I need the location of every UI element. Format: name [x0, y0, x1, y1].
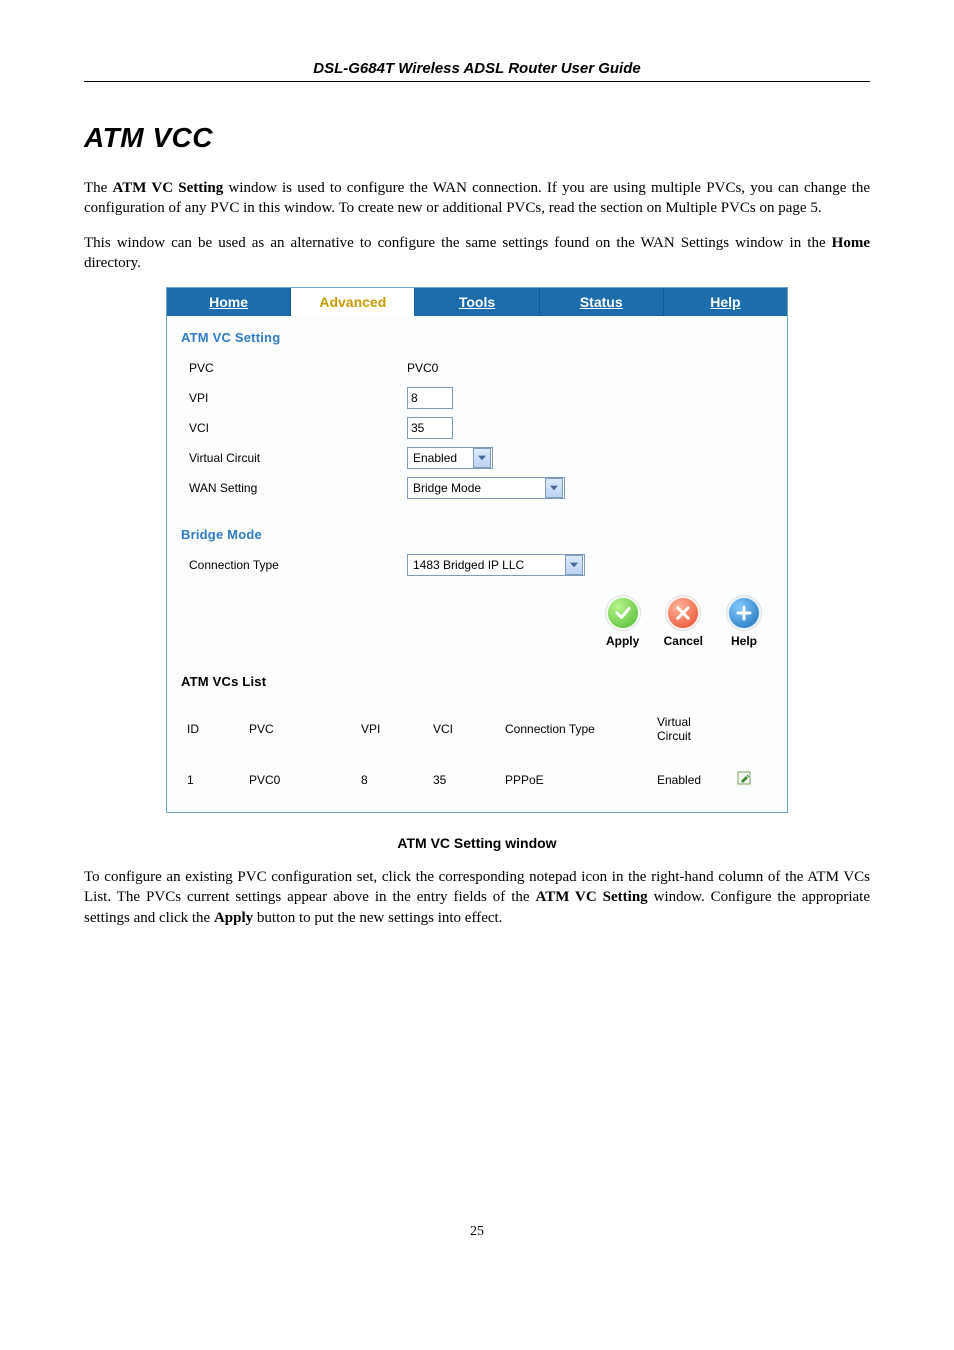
vci-row: VCI: [181, 415, 773, 441]
wan-setting-label: WAN Setting: [181, 481, 407, 495]
cell-vpi: 8: [355, 763, 427, 796]
cell-pvc: PVC0: [243, 763, 355, 796]
action-bar: Apply Cancel Help: [181, 584, 773, 652]
pvc-label: PVC: [181, 361, 407, 375]
table-header-row: ID PVC VPI VCI Connection Type Virtual C…: [181, 707, 773, 763]
virtual-circuit-row: Virtual Circuit Enabled: [181, 445, 773, 471]
bridge-mode-heading: Bridge Mode: [181, 527, 773, 542]
text: This window can be used as an alternativ…: [84, 235, 832, 251]
cancel-button[interactable]: Cancel: [664, 596, 703, 648]
figure-caption: ATM VC Setting window: [84, 835, 870, 851]
vpi-row: VPI: [181, 385, 773, 411]
vci-input[interactable]: [407, 417, 453, 439]
tab-status[interactable]: Status: [540, 288, 664, 316]
vpi-label: VPI: [181, 391, 407, 405]
apply-button[interactable]: Apply: [606, 596, 640, 648]
tab-advanced[interactable]: Advanced: [291, 288, 415, 316]
connection-type-value: 1483 Bridged IP LLC: [408, 555, 564, 575]
tab-help[interactable]: Help: [664, 288, 787, 316]
col-pvc: PVC: [243, 707, 355, 763]
check-icon: [606, 596, 640, 630]
text-bold: Home: [832, 235, 870, 251]
text-bold: Apply: [214, 910, 253, 926]
apply-label: Apply: [606, 634, 639, 648]
help-button[interactable]: Help: [727, 596, 761, 648]
connection-type-label: Connection Type: [181, 558, 407, 572]
text: button to put the new settings into effe…: [253, 910, 502, 926]
chevron-down-icon: [473, 448, 491, 468]
intro-paragraph-1: The ATM VC Setting window is used to con…: [84, 178, 870, 219]
plus-icon: [727, 596, 761, 630]
chevron-down-icon: [565, 555, 583, 575]
wan-setting-row: WAN Setting Bridge Mode: [181, 475, 773, 501]
tab-home[interactable]: Home: [167, 288, 291, 316]
nav-tabs: Home Advanced Tools Status Help: [167, 288, 787, 316]
cell-connection-type: PPPoE: [499, 763, 651, 796]
virtual-circuit-label: Virtual Circuit: [181, 451, 407, 465]
cancel-label: Cancel: [664, 634, 703, 648]
vci-label: VCI: [181, 421, 407, 435]
table-row: 1 PVC0 8 35 PPPoE Enabled: [181, 763, 773, 796]
cell-virtual-circuit: Enabled: [651, 763, 731, 796]
atm-vc-setting-heading: ATM VC Setting: [181, 330, 773, 345]
col-virtual-circuit: Virtual Circuit: [651, 707, 731, 763]
wan-setting-select[interactable]: Bridge Mode: [407, 477, 565, 499]
col-connection-type: Connection Type: [499, 707, 651, 763]
col-vci: VCI: [427, 707, 499, 763]
connection-type-row: Connection Type 1483 Bridged IP LLC: [181, 552, 773, 578]
tab-tools[interactable]: Tools: [415, 288, 539, 316]
atm-vcs-table: ID PVC VPI VCI Connection Type Virtual C…: [181, 707, 773, 796]
pvc-row: PVC PVC0: [181, 355, 773, 381]
pvc-value: PVC0: [407, 361, 438, 375]
atm-vcs-list-heading: ATM VCs List: [181, 674, 773, 689]
help-label: Help: [731, 634, 757, 648]
text-bold: ATM VC Setting: [113, 180, 224, 196]
cell-vci: 35: [427, 763, 499, 796]
intro-paragraph-2: This window can be used as an alternativ…: [84, 233, 870, 274]
connection-type-select[interactable]: 1483 Bridged IP LLC: [407, 554, 585, 576]
running-head: DSL-G684T Wireless ADSL Router User Guid…: [84, 60, 870, 82]
col-vpi: VPI: [355, 707, 427, 763]
text: directory.: [84, 255, 141, 271]
page-number: 25: [0, 1224, 954, 1240]
router-ui: Home Advanced Tools Status Help ATM VC S…: [166, 287, 788, 813]
wan-setting-value: Bridge Mode: [408, 478, 544, 498]
closing-paragraph: To configure an existing PVC configurati…: [84, 867, 870, 928]
page-title: ATM VCC: [84, 122, 870, 154]
chevron-down-icon: [545, 478, 563, 498]
notepad-icon: [737, 771, 753, 785]
edit-row-button[interactable]: [737, 771, 753, 785]
vpi-input[interactable]: [407, 387, 453, 409]
col-id: ID: [181, 707, 243, 763]
text: The: [84, 180, 113, 196]
cell-id: 1: [181, 763, 243, 796]
virtual-circuit-value: Enabled: [408, 448, 472, 468]
close-icon: [666, 596, 700, 630]
text-bold: ATM VC Setting: [536, 889, 648, 905]
virtual-circuit-select[interactable]: Enabled: [407, 447, 493, 469]
